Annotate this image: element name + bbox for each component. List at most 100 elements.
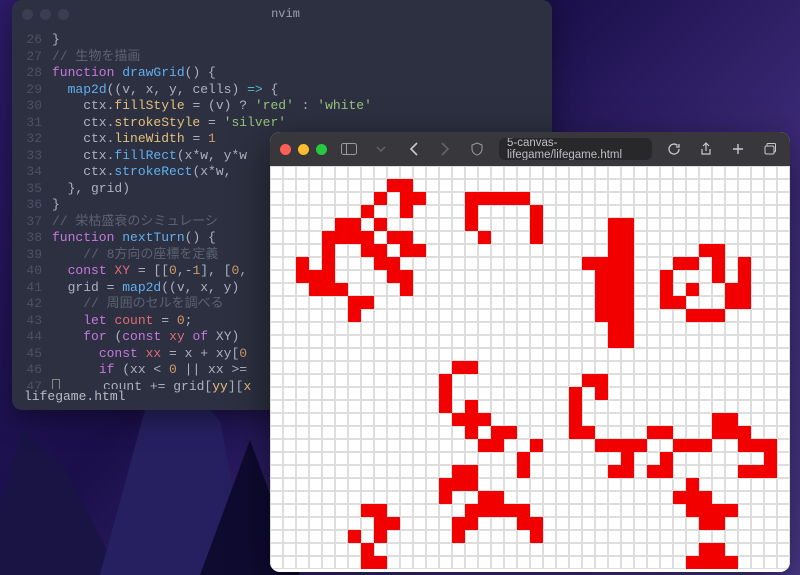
- minimize-icon[interactable]: [298, 144, 309, 155]
- grid-cell: [452, 439, 465, 452]
- grid-cell: [712, 283, 725, 296]
- grid-cell: [335, 192, 348, 205]
- grid-cell: [439, 478, 452, 491]
- grid-cell: [322, 400, 335, 413]
- grid-cell: [621, 556, 634, 569]
- browser-titlebar[interactable]: 5-canvas-lifegame/lifegame.html: [270, 132, 790, 166]
- grid-cell: [543, 244, 556, 257]
- grid-cell: [270, 517, 283, 530]
- grid-cell: [569, 413, 582, 426]
- grid-cell: [660, 179, 673, 192]
- grid-cell: [660, 283, 673, 296]
- grid-cell: [556, 361, 569, 374]
- grid-cell: [608, 556, 621, 569]
- grid-cell: [348, 465, 361, 478]
- zoom-icon[interactable]: [316, 144, 327, 155]
- grid-cell: [660, 205, 673, 218]
- close-icon[interactable]: [280, 144, 291, 155]
- grid-cell: [517, 465, 530, 478]
- grid-cell: [426, 166, 439, 179]
- grid-cell: [309, 192, 322, 205]
- grid-cell: [309, 439, 322, 452]
- grid-cell: [517, 361, 530, 374]
- grid-cell: [309, 231, 322, 244]
- grid-cell: [400, 166, 413, 179]
- grid-cell: [634, 517, 647, 530]
- grid-cell: [660, 322, 673, 335]
- share-icon[interactable]: [696, 139, 716, 159]
- grid-cell: [608, 192, 621, 205]
- grid-cell: [387, 400, 400, 413]
- grid-cell: [426, 374, 439, 387]
- sidebar-toggle-icon[interactable]: [339, 139, 359, 159]
- grid-cell: [751, 218, 764, 231]
- grid-cell: [517, 400, 530, 413]
- grid-cell: [439, 413, 452, 426]
- grid-cell: [491, 257, 504, 270]
- grid-cell: [270, 309, 283, 322]
- grid-cell: [582, 192, 595, 205]
- grid-cell: [335, 361, 348, 374]
- grid-cell: [413, 491, 426, 504]
- grid-cell: [530, 296, 543, 309]
- chevron-down-icon[interactable]: [371, 139, 391, 159]
- minimize-icon[interactable]: [40, 9, 51, 20]
- shield-icon[interactable]: [467, 139, 487, 159]
- grid-cell: [322, 179, 335, 192]
- grid-cell: [582, 491, 595, 504]
- grid-cell: [413, 322, 426, 335]
- grid-cell: [647, 387, 660, 400]
- grid-cell: [426, 348, 439, 361]
- grid-cell: [270, 426, 283, 439]
- grid-cell: [400, 374, 413, 387]
- grid-cell: [634, 400, 647, 413]
- grid-cell: [660, 309, 673, 322]
- grid-cell: [673, 348, 686, 361]
- grid-cell: [478, 166, 491, 179]
- zoom-icon[interactable]: [58, 9, 69, 20]
- grid-cell: [764, 517, 777, 530]
- grid-cell: [413, 270, 426, 283]
- new-tab-icon[interactable]: [728, 139, 748, 159]
- grid-cell: [621, 296, 634, 309]
- grid-cell: [530, 283, 543, 296]
- grid-cell: [764, 504, 777, 517]
- grid-cell: [608, 166, 621, 179]
- close-icon[interactable]: [22, 9, 33, 20]
- grid-cell: [426, 283, 439, 296]
- forward-button[interactable]: [435, 139, 455, 159]
- grid-cell: [400, 491, 413, 504]
- address-bar[interactable]: 5-canvas-lifegame/lifegame.html: [499, 138, 652, 160]
- grid-cell: [673, 296, 686, 309]
- back-button[interactable]: [403, 139, 423, 159]
- grid-cell: [426, 296, 439, 309]
- grid-cell: [712, 257, 725, 270]
- grid-cell: [426, 322, 439, 335]
- grid-cell: [660, 361, 673, 374]
- grid-cell: [465, 335, 478, 348]
- grid-cell: [309, 283, 322, 296]
- grid-cell: [712, 374, 725, 387]
- grid-cell: [543, 413, 556, 426]
- grid-cell: [673, 504, 686, 517]
- grid-cell: [387, 491, 400, 504]
- tabs-overview-icon[interactable]: [760, 139, 780, 159]
- grid-cell: [322, 205, 335, 218]
- grid-cell: [569, 387, 582, 400]
- grid-cell: [309, 517, 322, 530]
- grid-cell: [582, 543, 595, 556]
- reload-icon[interactable]: [664, 139, 684, 159]
- grid-cell: [517, 322, 530, 335]
- grid-cell: [699, 426, 712, 439]
- grid-cell: [426, 335, 439, 348]
- grid-cell: [374, 309, 387, 322]
- grid-cell: [634, 335, 647, 348]
- grid-cell: [621, 426, 634, 439]
- grid-cell: [556, 218, 569, 231]
- editor-titlebar[interactable]: nvim: [12, 0, 552, 28]
- grid-cell: [491, 309, 504, 322]
- grid-cell: [725, 400, 738, 413]
- grid-cell: [725, 270, 738, 283]
- grid-cell: [634, 413, 647, 426]
- grid-cell: [504, 296, 517, 309]
